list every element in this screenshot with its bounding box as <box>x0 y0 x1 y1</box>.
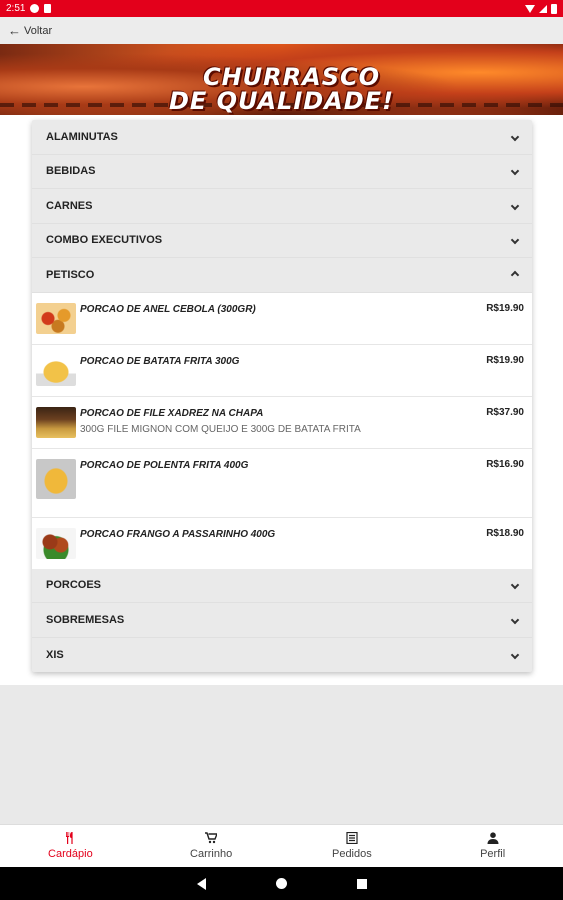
product-image <box>36 354 76 386</box>
product-price: R$19.90 <box>486 302 524 314</box>
category-label: ALAMINUTAS <box>46 130 118 143</box>
chevron-down-icon <box>510 615 520 625</box>
product-item[interactable]: PORCAO DE BATATA FRITA 300G R$19.90 <box>32 345 532 397</box>
chevron-down-icon <box>510 201 520 211</box>
product-price: R$16.90 <box>486 458 524 470</box>
product-name: PORCAO DE POLENTA FRITA 400G <box>80 459 249 471</box>
system-navigation-bar <box>0 867 563 900</box>
product-item[interactable]: PORCAO DE ANEL CEBOLA (300GR) R$19.90 <box>32 293 532 345</box>
category-label: BEBIDAS <box>46 165 96 178</box>
chevron-down-icon <box>510 650 520 660</box>
chevron-up-icon <box>510 269 520 280</box>
home-icon[interactable] <box>275 878 287 889</box>
list-icon <box>346 832 358 844</box>
cart-icon <box>205 832 218 844</box>
product-price: R$18.90 <box>486 527 524 539</box>
category-label: PETISCO <box>46 268 95 281</box>
battery-icon <box>551 3 557 14</box>
product-price: R$37.90 <box>486 406 524 418</box>
person-icon <box>487 832 499 844</box>
nav-label: Perfil <box>480 848 506 860</box>
banner-title-line2: DE QUALIDADE! <box>168 87 395 115</box>
product-item[interactable]: PORCAO DE FILE XADREZ NA CHAPA 300G FILE… <box>32 397 532 449</box>
product-item[interactable]: PORCAO DE POLENTA FRITA 400G R$16.90 <box>32 449 532 518</box>
category-petisco[interactable]: PETISCO <box>32 258 532 293</box>
nav-label: Carrinho <box>190 848 233 860</box>
nav-label: Cardápio <box>48 848 93 860</box>
product-name: PORCAO DE BATATA FRITA 300G <box>80 355 240 367</box>
menu-content: ALAMINUTAS BEBIDAS CARNES COMBO EXECUTIV… <box>0 115 563 685</box>
back-icon[interactable] <box>196 877 206 890</box>
category-sobremesas[interactable]: SOBREMESAS <box>32 603 532 638</box>
category-xis[interactable]: XIS <box>32 638 532 673</box>
category-carnes[interactable]: CARNES <box>32 189 532 224</box>
product-description: 300G FILE MIGNON COM QUEIJO E 300G DE BA… <box>80 423 361 435</box>
category-label: PORCOES <box>46 579 102 592</box>
restaurant-banner: CHURRASCO DE QUALIDADE! <box>0 44 563 115</box>
category-label: COMBO EXECUTIVOS <box>46 234 163 247</box>
wifi-icon <box>525 4 535 13</box>
product-image <box>36 302 76 334</box>
nav-pedidos[interactable]: Pedidos <box>282 825 423 867</box>
menu-accordion: ALAMINUTAS BEBIDAS CARNES COMBO EXECUTIV… <box>32 120 532 672</box>
chevron-down-icon <box>510 132 520 142</box>
cutlery-icon <box>66 832 73 844</box>
nav-label: Pedidos <box>331 848 372 860</box>
product-name: PORCAO DE ANEL CEBOLA (300GR) <box>80 303 256 315</box>
back-button[interactable]: Voltar <box>24 25 52 37</box>
category-alaminutas[interactable]: ALAMINUTAS <box>32 120 532 155</box>
product-list: PORCAO DE ANEL CEBOLA (300GR) R$19.90 PO… <box>32 292 532 569</box>
product-name: PORCAO FRANGO A PASSARINHO 400G <box>80 528 276 540</box>
sd-card-icon <box>44 4 52 13</box>
signal-icon <box>539 4 547 13</box>
status-time: 2:51 <box>6 3 26 14</box>
category-porcoes[interactable]: PORCOES <box>32 569 532 603</box>
top-bar: ← Voltar <box>0 17 563 44</box>
recent-apps-icon[interactable] <box>356 878 367 889</box>
product-image <box>36 406 76 438</box>
bottom-navigation: Cardápio Carrinho Pedidos Perfil <box>0 824 563 867</box>
nav-cardapio[interactable]: Cardápio <box>0 825 141 867</box>
product-name: PORCAO DE FILE XADREZ NA CHAPA <box>80 407 264 419</box>
chevron-down-icon <box>510 235 520 245</box>
product-image <box>36 527 76 559</box>
product-price: R$19.90 <box>486 354 524 366</box>
category-combo-executivos[interactable]: COMBO EXECUTIVOS <box>32 224 532 258</box>
notification-icon <box>30 4 40 13</box>
nav-carrinho[interactable]: Carrinho <box>141 825 282 867</box>
status-bar: 2:51 <box>0 0 563 17</box>
chevron-down-icon <box>510 166 520 176</box>
category-label: XIS <box>46 648 64 661</box>
nav-perfil[interactable]: Perfil <box>422 825 563 867</box>
back-arrow-icon[interactable]: ← <box>8 23 21 38</box>
category-label: CARNES <box>46 199 93 212</box>
category-bebidas[interactable]: BEBIDAS <box>32 155 532 189</box>
product-item[interactable]: PORCAO FRANGO A PASSARINHO 400G R$18.90 <box>32 518 532 569</box>
product-image <box>36 458 76 499</box>
category-label: SOBREMESAS <box>46 613 125 626</box>
chevron-down-icon <box>510 580 520 590</box>
